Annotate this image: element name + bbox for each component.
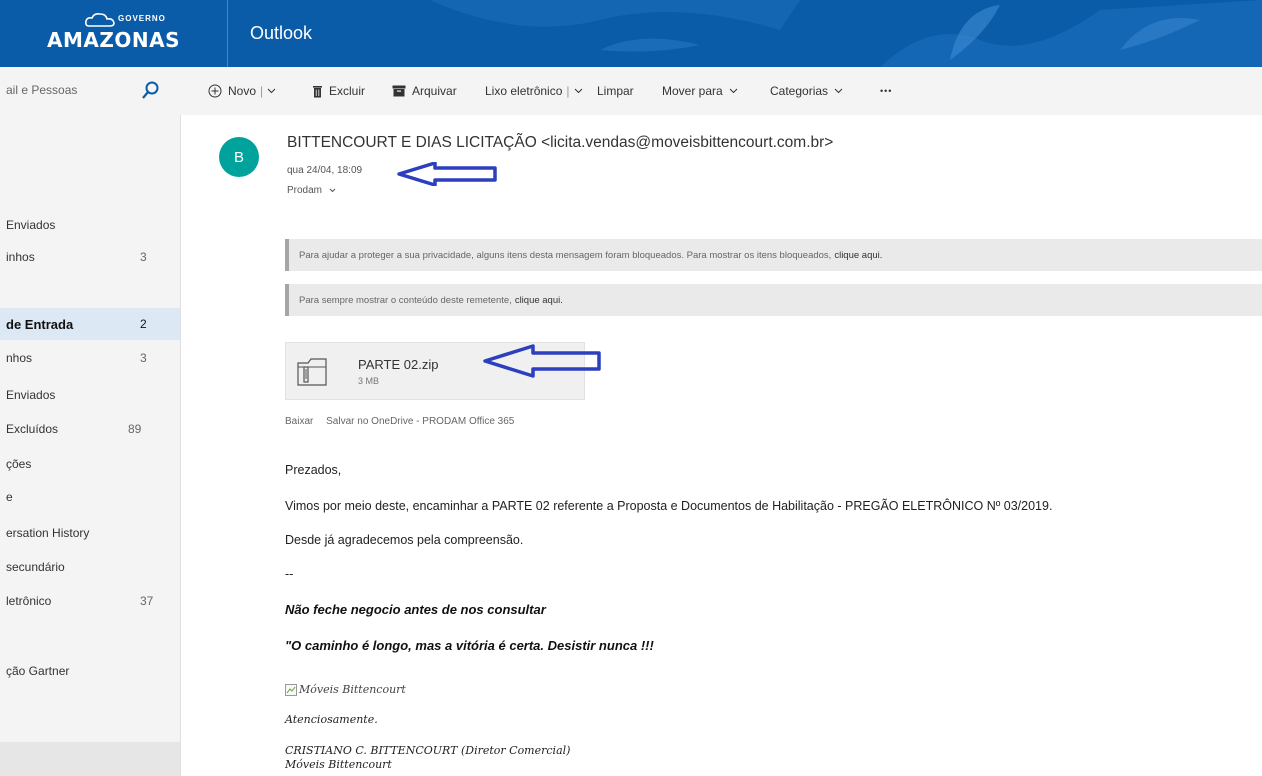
broken-image-icon xyxy=(285,683,297,696)
body-paragraph: Desde já agradecemos pela compreensão. xyxy=(285,533,524,547)
search-icon[interactable] xyxy=(140,79,162,101)
chevron-down-icon xyxy=(729,88,738,94)
move-to-button[interactable]: Mover para xyxy=(662,81,744,101)
notice-text: Para ajudar a proteger a sua privacidade… xyxy=(299,249,832,261)
chevron-down-icon[interactable] xyxy=(329,188,336,193)
folder-count: 3 xyxy=(140,250,147,264)
command-toolbar: Novo | Excluir Arquivar Lixo eletrônico … xyxy=(180,67,1262,115)
folder-item[interactable]: Enviados xyxy=(0,379,180,411)
cloud-logo-icon xyxy=(85,13,115,27)
attachment-actions: Baixar Salvar no OneDrive - PRODAM Offic… xyxy=(285,416,524,427)
sweep-button[interactable]: Limpar xyxy=(597,81,634,101)
folder-label: ersation History xyxy=(6,526,90,540)
save-to-onedrive-link[interactable]: Salvar no OneDrive - PRODAM Office 365 xyxy=(326,416,514,427)
folder-item[interactable]: Enviados xyxy=(0,209,180,241)
more-actions-button[interactable]: ••• xyxy=(880,81,892,101)
signature-company: Móveis Bittencourt xyxy=(285,758,392,771)
folder-item-inbox[interactable]: de Entrada 2 xyxy=(0,308,180,340)
folder-label: e xyxy=(6,490,13,504)
new-button[interactable]: Novo | xyxy=(208,81,282,101)
chevron-down-icon xyxy=(834,88,843,94)
folder-item[interactable]: inhos 3 xyxy=(0,241,180,273)
junk-button[interactable]: Lixo eletrônico | xyxy=(485,81,589,101)
body-paragraph: Vimos por meio deste, encaminhar a PARTE… xyxy=(285,499,1053,513)
folder-count: 2 xyxy=(140,317,147,331)
folder-label: nhos xyxy=(6,351,33,365)
archive-label: Arquivar xyxy=(412,84,457,98)
folder-count: 89 xyxy=(128,422,142,436)
always-show-link[interactable]: clique aqui. xyxy=(515,295,563,306)
body-greeting: Prezados, xyxy=(285,463,342,477)
attachment-name: PARTE 02.zip xyxy=(358,357,439,372)
plus-circle-icon xyxy=(208,84,222,98)
folder-count: 3 xyxy=(140,351,147,365)
annotation-arrow-icon xyxy=(483,344,601,378)
folder-label: Enviados xyxy=(6,218,56,232)
folder-label: Excluídos xyxy=(6,422,59,436)
chevron-down-icon[interactable] xyxy=(267,88,276,94)
folder-label: letrônico xyxy=(6,594,52,608)
folder-item[interactable]: ersation History xyxy=(0,517,180,549)
separator: | xyxy=(566,84,570,98)
folder-item[interactable]: ções xyxy=(0,448,180,480)
download-link[interactable]: Baixar xyxy=(285,416,313,427)
recipient-name: Prodam xyxy=(287,185,323,196)
notice-text: Para sempre mostrar o conteúdo deste rem… xyxy=(299,294,512,306)
top-bar: GOVERNO AMAZONAS Outlook xyxy=(0,0,1262,67)
folder-item[interactable]: letrônico 37 xyxy=(0,585,180,617)
folder-item[interactable]: e xyxy=(0,481,180,513)
archive-icon xyxy=(392,85,406,97)
categories-button[interactable]: Categorias xyxy=(770,81,849,101)
signature-quote: "O caminho é longo, mas a vitória é cert… xyxy=(285,638,654,653)
folder-label: inhos xyxy=(6,250,35,264)
brand-logo: AMAZONAS xyxy=(47,27,180,52)
signature-quote: Não feche negocio antes de nos consultar xyxy=(285,602,546,617)
search-input[interactable]: ail e Pessoas xyxy=(6,83,77,97)
trust-sender-notice: Para sempre mostrar o conteúdo deste rem… xyxy=(285,284,1262,316)
message-date: qua 24/04, 18:09 xyxy=(287,165,363,176)
sender-name[interactable]: BITTENCOURT E DIAS LICITAÇÃO <licita.ven… xyxy=(287,134,833,152)
delete-button[interactable]: Excluir xyxy=(312,81,365,101)
show-blocked-link[interactable]: clique aqui. xyxy=(834,250,882,261)
archive-button[interactable]: Arquivar xyxy=(392,81,457,101)
attachment-size: 3 MB xyxy=(358,376,380,386)
folder-item[interactable]: ção Gartner xyxy=(0,655,180,687)
recipient-list[interactable]: Prodam xyxy=(287,185,336,196)
reading-pane: B BITTENCOURT E DIAS LICITAÇÃO <licita.v… xyxy=(180,115,1262,776)
app-title[interactable]: Outlook xyxy=(250,0,312,67)
signature-regards: Atenciosamente. xyxy=(285,713,378,726)
trash-icon xyxy=(313,85,322,97)
folder-count: 37 xyxy=(140,594,154,608)
chevron-down-icon[interactable] xyxy=(574,88,583,94)
blocked-content-notice: Para ajudar a proteger a sua privacidade… xyxy=(285,239,1262,271)
brand-small-text: GOVERNO xyxy=(118,14,166,23)
zip-file-icon xyxy=(297,358,327,386)
broken-image: Móveis Bittencourt xyxy=(285,683,406,696)
nav-bottom-bar xyxy=(0,742,180,776)
folder-label: secundário xyxy=(6,560,65,574)
folder-label: ções xyxy=(6,457,32,471)
signature-separator: -- xyxy=(285,567,294,581)
folder-pane: ail e Pessoas Enviados inhos 3 de Entrad… xyxy=(0,67,180,776)
delete-label: Excluir xyxy=(329,84,366,98)
annotation-arrow-icon xyxy=(397,162,497,186)
search-box[interactable]: ail e Pessoas xyxy=(0,67,180,115)
separator: | xyxy=(260,84,264,98)
folder-label: Enviados xyxy=(6,388,56,402)
folder-item[interactable]: Excluídos 89 xyxy=(0,413,180,445)
brand-area[interactable]: GOVERNO AMAZONAS xyxy=(0,0,228,67)
folder-item[interactable]: secundário xyxy=(0,551,180,583)
folder-item[interactable]: nhos 3 xyxy=(0,342,180,374)
sender-avatar[interactable]: B xyxy=(219,137,259,177)
new-label: Novo xyxy=(228,84,257,98)
image-alt-text: Móveis Bittencourt xyxy=(299,683,406,696)
folder-label: de Entrada xyxy=(6,316,74,332)
sweep-label: Limpar xyxy=(597,84,634,98)
move-label: Mover para xyxy=(662,84,723,98)
junk-label: Lixo eletrônico xyxy=(485,84,563,98)
folder-label: ção Gartner xyxy=(6,664,70,678)
more-icon: ••• xyxy=(880,86,893,96)
categories-label: Categorias xyxy=(770,84,829,98)
signature-name: CRISTIANO C. BITTENCOURT (Diretor Comerc… xyxy=(285,744,571,757)
